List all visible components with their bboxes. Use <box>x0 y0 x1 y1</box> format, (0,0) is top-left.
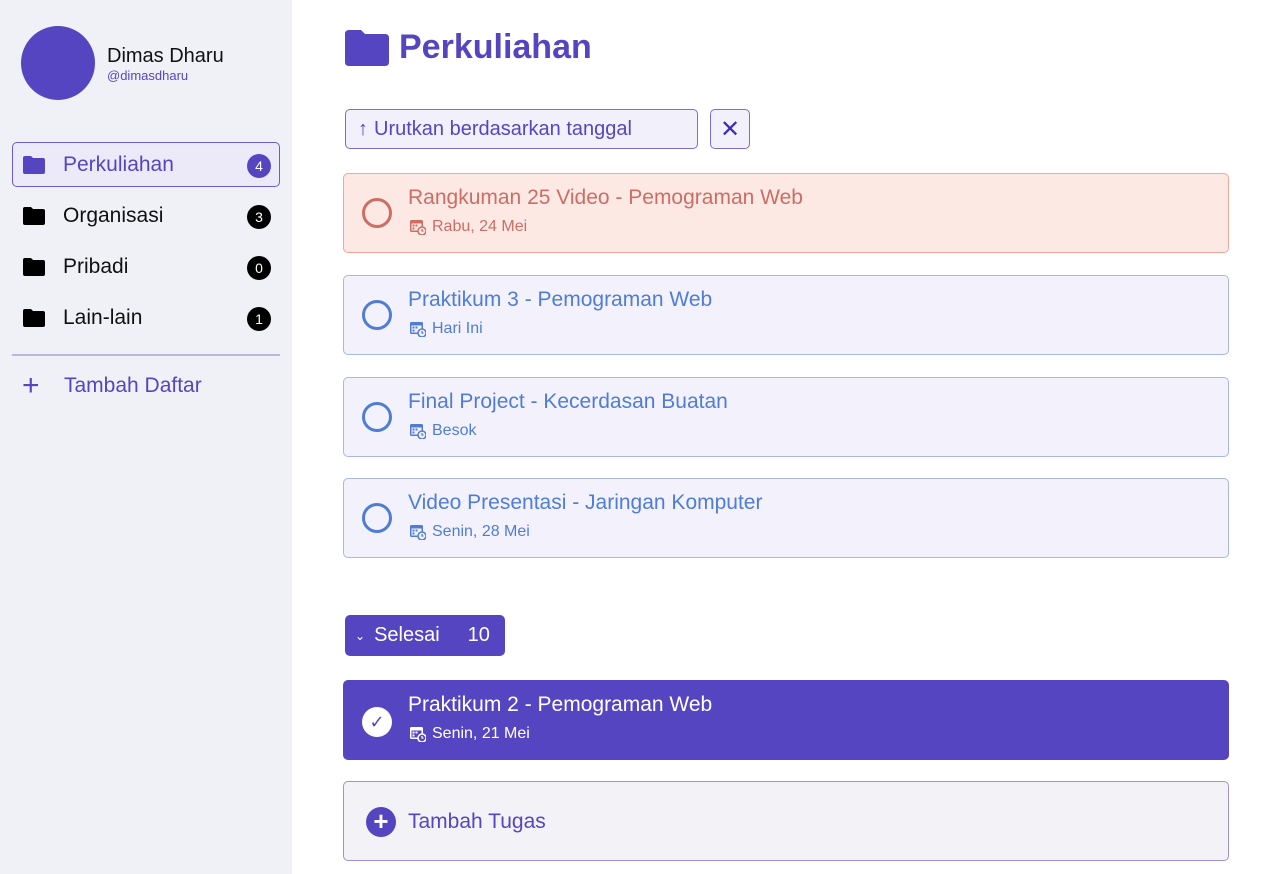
task-date: Besok <box>410 422 476 440</box>
task-item-completed[interactable]: ✓ Praktikum 2 - Pemograman Web Senin, 21… <box>343 680 1229 760</box>
task-date-text: Hari Ini <box>432 320 483 337</box>
page-title-text: Perkuliahan <box>399 28 592 66</box>
clear-sort-button[interactable]: ✕ <box>710 109 750 149</box>
profile-text: Dimas Dharu @dimasdharu <box>107 44 224 83</box>
calendar-clock-icon <box>410 322 426 337</box>
count-badge: 0 <box>247 256 271 280</box>
task-item[interactable]: Rangkuman 25 Video - Pemograman Web Rabu… <box>343 173 1229 253</box>
sidebar: Dimas Dharu @dimasdharu Perkuliahan 4 Or… <box>0 0 292 874</box>
sidebar-item-pribadi[interactable]: Pribadi 0 <box>12 244 280 289</box>
calendar-clock-icon <box>410 220 426 235</box>
count-badge: 1 <box>247 307 271 331</box>
task-date-text: Senin, 28 Mei <box>432 523 530 540</box>
count-badge: 3 <box>247 205 271 229</box>
task-date: Hari Ini <box>410 320 483 338</box>
task-checkbox[interactable] <box>362 402 392 432</box>
check-icon[interactable]: ✓ <box>362 707 392 737</box>
calendar-clock-icon <box>410 525 426 540</box>
profile-handle: @dimasdharu <box>107 67 189 83</box>
sidebar-item-label: Lain-lain <box>63 305 143 329</box>
task-date-text: Rabu, 24 Mei <box>432 218 528 235</box>
task-date: Senin, 28 Mei <box>410 523 530 541</box>
task-title: Final Project - Kecerdasan Buatan <box>408 390 728 413</box>
sidebar-item-label: Perkuliahan <box>63 152 174 176</box>
task-date-text: Senin, 21 Mei <box>432 725 530 742</box>
task-date: Rabu, 24 Mei <box>410 218 527 236</box>
task-item[interactable]: Video Presentasi - Jaringan Komputer Sen… <box>343 478 1229 558</box>
completed-count: 10 <box>467 624 490 646</box>
calendar-clock-icon <box>410 424 426 439</box>
folder-icon <box>23 206 45 225</box>
task-item[interactable]: Final Project - Kecerdasan Buatan Besok <box>343 377 1229 457</box>
completed-label: Selesai <box>374 624 440 646</box>
sidebar-item-label: Pribadi <box>63 254 129 278</box>
add-task-label: Tambah Tugas <box>408 810 546 833</box>
completed-section-toggle[interactable]: ⌄ Selesai 10 <box>345 615 505 656</box>
add-list-label: Tambah Daftar <box>64 374 202 397</box>
arrow-up-icon: ↑ <box>358 117 368 140</box>
divider <box>12 354 280 356</box>
calendar-clock-icon <box>410 727 426 742</box>
sort-by-date-button[interactable]: ↑ Urutkan berdasarkan tanggal <box>345 109 698 149</box>
plus-circle-icon: + <box>366 807 396 837</box>
add-task-button[interactable]: + Tambah Tugas <box>343 781 1229 861</box>
task-checkbox[interactable] <box>362 300 392 330</box>
add-list-button[interactable]: + Tambah Daftar <box>22 370 202 402</box>
close-icon: ✕ <box>719 115 741 143</box>
sidebar-item-perkuliahan[interactable]: Perkuliahan 4 <box>12 142 280 187</box>
list-nav: Perkuliahan 4 Organisasi 3 Pribadi 0 Lai… <box>12 142 280 346</box>
chevron-down-icon: ⌄ <box>355 628 366 643</box>
task-date: Senin, 21 Mei <box>410 725 530 743</box>
task-checkbox[interactable] <box>362 198 392 228</box>
task-title: Video Presentasi - Jaringan Komputer <box>408 491 763 514</box>
task-title: Rangkuman 25 Video - Pemograman Web <box>408 186 803 209</box>
count-badge: 4 <box>247 154 271 178</box>
sidebar-item-lain-lain[interactable]: Lain-lain 1 <box>12 295 280 340</box>
avatar[interactable] <box>21 26 95 100</box>
user-profile[interactable]: Dimas Dharu @dimasdharu <box>21 26 224 100</box>
sidebar-item-label: Organisasi <box>63 203 164 227</box>
folder-icon <box>23 257 45 276</box>
folder-icon <box>23 308 45 327</box>
profile-name: Dimas Dharu <box>107 44 224 67</box>
folder-icon <box>345 29 389 67</box>
task-item[interactable]: Praktikum 3 - Pemograman Web Hari Ini <box>343 275 1229 355</box>
sidebar-item-organisasi[interactable]: Organisasi 3 <box>12 193 280 238</box>
page-title: Perkuliahan <box>345 28 592 67</box>
task-date-text: Besok <box>432 422 477 439</box>
sort-label: Urutkan berdasarkan tanggal <box>374 117 632 140</box>
task-title: Praktikum 3 - Pemograman Web <box>408 288 713 311</box>
task-checkbox[interactable] <box>362 503 392 533</box>
plus-icon: + <box>22 369 40 402</box>
folder-icon <box>23 155 45 174</box>
task-title: Praktikum 2 - Pemograman Web <box>408 693 713 716</box>
